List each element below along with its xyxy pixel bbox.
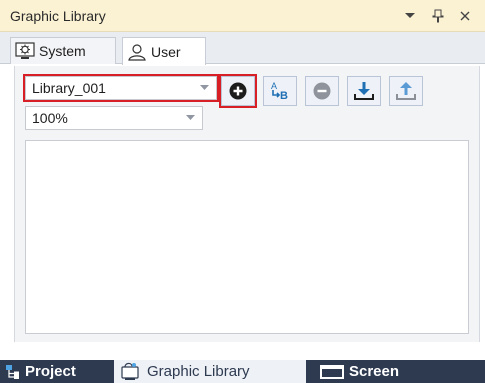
- tab-user-label: User: [151, 43, 181, 60]
- panel-title: Graphic Library: [10, 8, 106, 24]
- minus-circle-icon: [312, 81, 332, 101]
- dock-tab-bar: Project Graphic Library Screen: [0, 360, 485, 383]
- graphic-items-area[interactable]: [25, 140, 469, 334]
- svg-text:B: B: [280, 90, 288, 102]
- graphic-library-icon: [120, 362, 142, 382]
- library-select-value: Library_001: [32, 80, 106, 96]
- svg-text:A: A: [271, 81, 277, 91]
- zoom-select[interactable]: 100%: [25, 106, 203, 130]
- chevron-down-icon: [192, 77, 216, 99]
- export-library-button[interactable]: [389, 76, 423, 106]
- chevron-down-icon: [178, 107, 202, 129]
- tab-system[interactable]: System: [10, 37, 116, 64]
- tab-system-label: System: [39, 43, 86, 59]
- rename-library-button[interactable]: A B: [263, 76, 297, 106]
- add-library-button[interactable]: [219, 74, 257, 108]
- user-icon: [127, 43, 147, 61]
- library-select[interactable]: Library_001: [23, 74, 219, 102]
- screen-icon: [320, 364, 344, 379]
- tab-user[interactable]: User: [122, 37, 206, 65]
- upload-icon: [395, 81, 417, 101]
- zoom-select-value: 100%: [32, 110, 68, 126]
- panel-title-bar: Graphic Library: [0, 0, 485, 32]
- dock-tab-graphic-library-label: Graphic Library: [147, 363, 250, 380]
- dock-tab-screen[interactable]: Screen: [314, 360, 424, 383]
- close-icon[interactable]: [455, 6, 475, 26]
- dock-tab-project[interactable]: Project: [0, 360, 110, 383]
- dock-tab-screen-label: Screen: [349, 363, 400, 380]
- delete-library-button[interactable]: [305, 76, 339, 106]
- library-tab-strip: System User: [0, 32, 485, 65]
- import-library-button[interactable]: [347, 76, 381, 106]
- rename-ab-icon: A B: [268, 80, 292, 102]
- download-icon: [353, 81, 375, 101]
- graphic-library-panel: Graphic Library System User Library_001 …: [0, 0, 485, 383]
- dropdown-icon[interactable]: [400, 6, 420, 26]
- dock-tab-project-label: Project: [25, 363, 76, 380]
- project-tree-icon: [6, 364, 20, 379]
- plus-circle-icon: [228, 81, 248, 101]
- pin-icon[interactable]: [428, 6, 448, 26]
- system-library-icon: [15, 42, 35, 60]
- dock-tab-graphic-library[interactable]: Graphic Library: [114, 360, 306, 383]
- user-library-content: Library_001 A B 100%: [14, 66, 480, 342]
